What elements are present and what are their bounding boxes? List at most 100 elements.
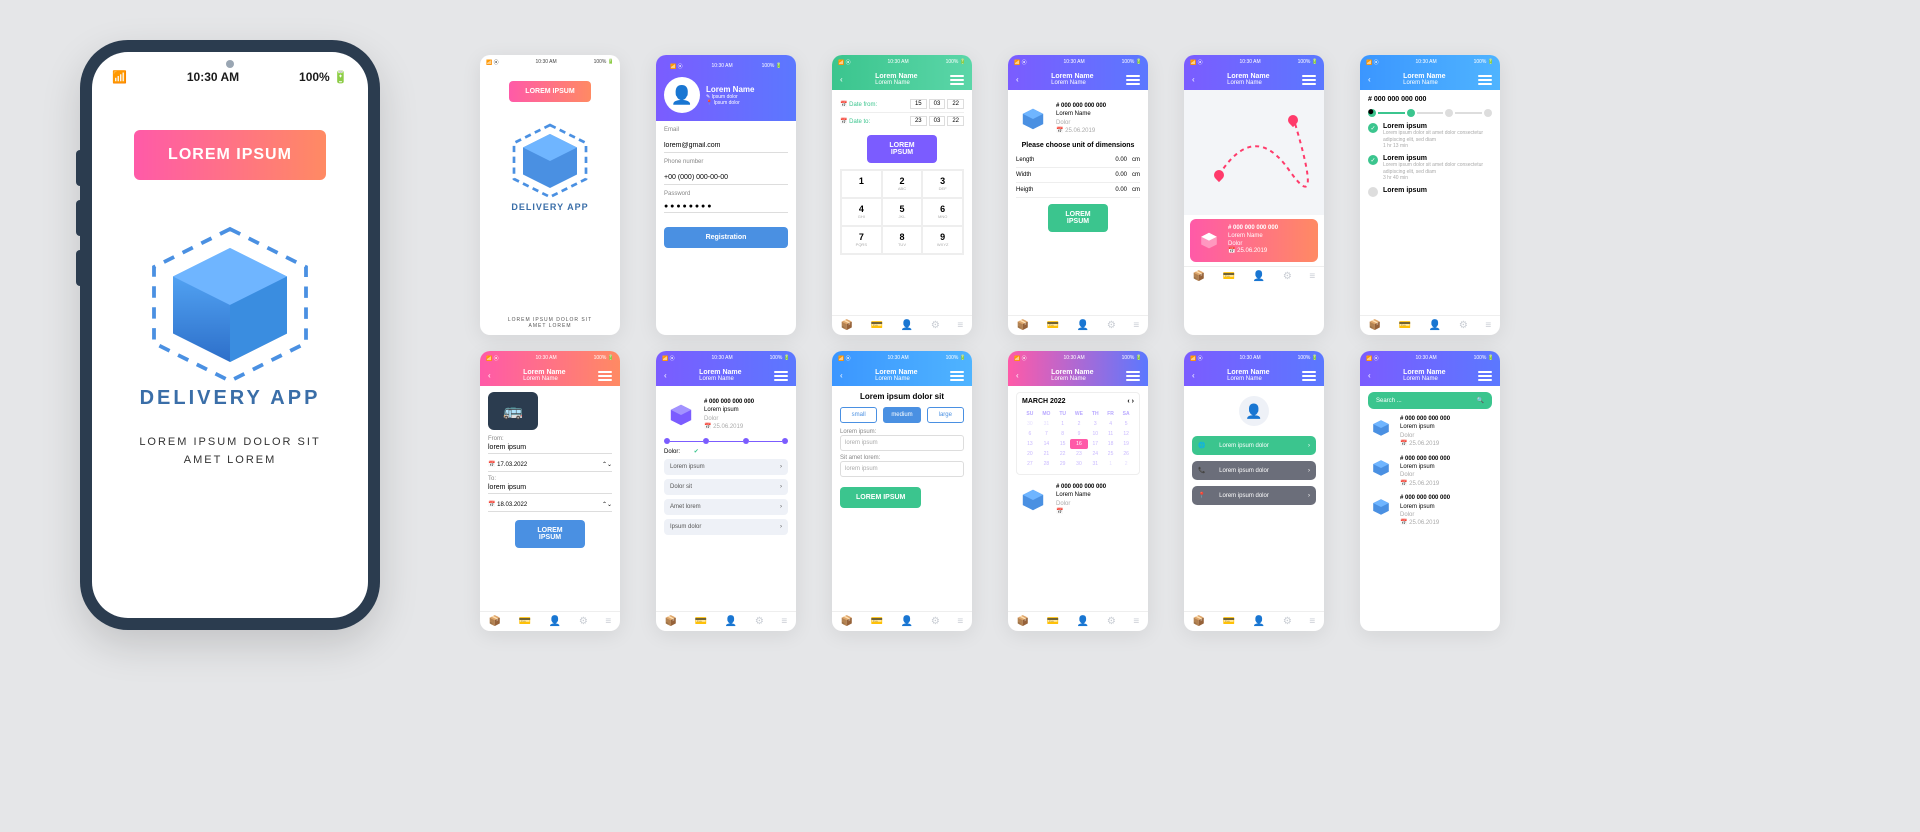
nav-box-icon[interactable] [1017, 320, 1029, 331]
menu-icon[interactable] [950, 371, 964, 381]
size-input-1[interactable]: lorem ipsum [840, 435, 964, 451]
detail-row[interactable]: Dolor sit [664, 479, 788, 495]
nav-box-icon[interactable] [1369, 320, 1381, 331]
nav-gear-icon[interactable] [1107, 320, 1116, 331]
route-button[interactable]: LOREM IPSUM [515, 520, 585, 548]
map-view[interactable] [1184, 90, 1324, 215]
menu-icon[interactable] [1302, 371, 1316, 381]
size-option[interactable]: small [840, 407, 877, 423]
profile-item[interactable]: Lorem ipsum dolor [1192, 461, 1316, 480]
keypad-key[interactable]: 2ABC [882, 170, 923, 198]
keypad-key[interactable]: 6MNO [922, 198, 963, 226]
phone-icon [1198, 467, 1205, 474]
menu-icon[interactable] [1302, 75, 1316, 85]
keypad-key[interactable]: 3DEF [922, 170, 963, 198]
keypad-key[interactable]: 4GHI [841, 198, 882, 226]
nav-menu-icon[interactable] [957, 320, 963, 331]
back-icon[interactable] [1192, 371, 1195, 380]
nav-gear-icon[interactable] [1283, 271, 1292, 282]
nav-user-icon[interactable] [1253, 271, 1265, 282]
search-input[interactable]: Search ... [1368, 392, 1492, 409]
keypad-key[interactable]: 8TUV [882, 226, 923, 254]
nav-gear-icon[interactable] [1459, 320, 1468, 331]
nav-card-icon[interactable] [1223, 271, 1235, 282]
from-input[interactable]: lorem ipsum [488, 442, 612, 454]
dimensions-button[interactable]: LOREM IPSUM [1048, 204, 1108, 232]
profile-item[interactable]: Lorem ipsum dolor [1192, 436, 1316, 455]
dimension-row[interactable]: Heigth0.00 cm [1016, 183, 1140, 198]
nav-gear-icon[interactable] [931, 320, 940, 331]
screen-date-keypad: 📶 ⦿10:30 AM100% 🔋 Lorem NameLorem Name D… [832, 55, 972, 335]
nav-user-icon[interactable] [1429, 320, 1441, 331]
menu-icon[interactable] [950, 75, 964, 85]
back-icon[interactable] [664, 371, 667, 380]
splash-cta-button[interactable]: LOREM IPSUM [509, 81, 590, 102]
menu-icon[interactable] [1126, 75, 1140, 85]
big-phone-mockup: 10:30 AM 100% 🔋 LOREM IPSUM DELIVERY APP… [80, 40, 380, 630]
splash-app-name: DELIVERY APP [511, 202, 588, 212]
keypad-key[interactable]: 9WXYZ [922, 226, 963, 254]
nav-menu-icon[interactable] [1133, 320, 1139, 331]
back-icon[interactable] [840, 75, 843, 84]
registration-button[interactable]: Registration [664, 227, 788, 248]
size-input-2[interactable]: lorem ipsum [840, 461, 964, 477]
size-option[interactable]: medium [883, 407, 920, 423]
menu-icon[interactable] [598, 371, 612, 381]
size-submit-button[interactable]: LOREM IPSUM [840, 487, 921, 508]
dimension-row[interactable]: Length0.00 cm [1016, 153, 1140, 168]
nav-card-icon[interactable] [1399, 320, 1411, 331]
nav-menu-icon[interactable] [1485, 320, 1491, 331]
email-input[interactable] [664, 139, 788, 153]
chevron-icon [1308, 493, 1310, 499]
search-result-item[interactable]: # 000 000 000 000Lorem ipsumDolor📅 25.06… [1368, 415, 1492, 449]
nav-menu-icon[interactable] [1309, 271, 1315, 282]
date-to-row[interactable]: 18.03.2022⌃⌄ [488, 498, 612, 512]
back-icon[interactable] [840, 371, 843, 380]
map-package-card[interactable]: # 000 000 000 000 Lorem Name Dolor 25.06… [1190, 219, 1318, 262]
to-input[interactable]: lorem ipsum [488, 482, 612, 494]
detail-row[interactable]: Amet lorem [664, 499, 788, 515]
nav-user-icon[interactable] [1077, 320, 1089, 331]
back-icon[interactable] [1192, 75, 1195, 84]
back-icon[interactable] [1016, 371, 1019, 380]
screen-calendar: 📶 ⦿10:30 AM100% 🔋 Lorem NameLorem Name M… [1008, 351, 1148, 631]
menu-icon[interactable] [1478, 75, 1492, 85]
date-to-input[interactable]: 23 03 22 [910, 116, 964, 126]
back-icon[interactable] [1016, 75, 1019, 84]
nav-box-icon[interactable] [1193, 271, 1205, 282]
detail-row[interactable]: Ipsum dolor [664, 519, 788, 535]
keypad-key[interactable]: 1 [841, 170, 882, 198]
nav-box-icon[interactable] [841, 320, 853, 331]
nav-user-icon[interactable] [901, 320, 913, 331]
search-result-item[interactable]: # 000 000 000 000Lorem ipsumDolor📅 25.06… [1368, 494, 1492, 528]
menu-icon[interactable] [1126, 371, 1140, 381]
menu-icon[interactable] [774, 371, 788, 381]
back-icon[interactable] [488, 371, 491, 380]
hero-cta-button[interactable]: LOREM IPSUM [134, 130, 326, 180]
phone-input[interactable] [664, 171, 788, 185]
timeline-step: ✓Lorem ipsumLorem ipsum dolor sit amet d… [1368, 123, 1492, 149]
nav-card-icon[interactable] [871, 320, 883, 331]
calendar-widget[interactable]: MARCH 2022‹ › SUMOTUWETHFRSA303112345678… [1016, 392, 1140, 475]
dimension-row[interactable]: Width0.00 cm [1016, 168, 1140, 183]
menu-icon[interactable] [1478, 371, 1492, 381]
date-from-row[interactable]: 17.03.2022⌃⌄ [488, 458, 612, 472]
detail-row[interactable]: Lorem ipsum [664, 459, 788, 475]
back-icon[interactable] [1368, 371, 1371, 380]
user-name: Lorem Name [706, 85, 754, 94]
keypad-key[interactable]: 7PQRS [841, 226, 882, 254]
pin-icon [706, 100, 712, 106]
dimensions-heading: Please choose unit of dimensions [1016, 142, 1140, 149]
battery-label: 100% 🔋 [299, 70, 348, 84]
date-from-input[interactable]: 15 03 22 [910, 99, 964, 109]
keypad-key[interactable]: 5JKL [882, 198, 923, 226]
size-option[interactable]: large [927, 407, 964, 423]
profile-item[interactable]: Lorem ipsum dolor [1192, 486, 1316, 505]
nav-card-icon[interactable] [1047, 320, 1059, 331]
globe-icon [1198, 442, 1205, 449]
date-submit-button[interactable]: LOREM IPSUM [867, 135, 937, 163]
profile-avatar-icon: 👤 [1239, 396, 1269, 426]
password-input[interactable]: ● ● ● ● ● ● ● ● [664, 203, 788, 213]
search-result-item[interactable]: # 000 000 000 000Lorem ipsumDolor📅 25.06… [1368, 455, 1492, 489]
back-icon[interactable] [1368, 75, 1371, 84]
